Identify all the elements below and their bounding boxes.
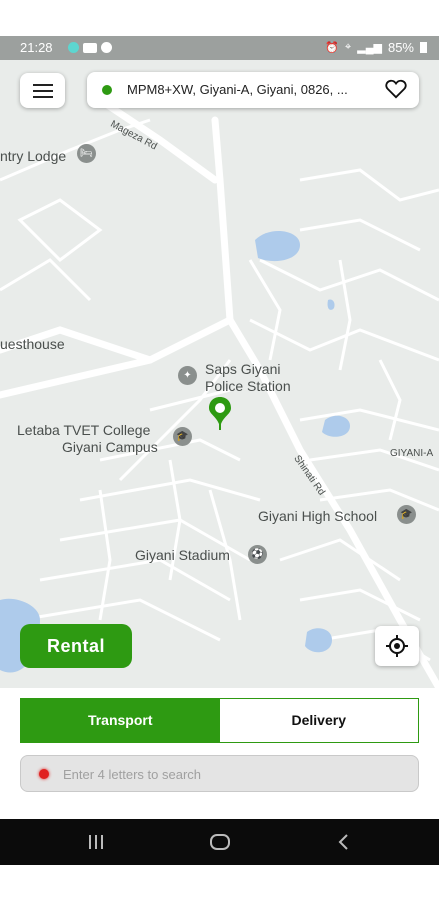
map-view[interactable]: ntry Lodge 🛏 Mageza Rd uesthouse ✦ Saps …: [0, 60, 439, 688]
lodge-poi-icon: 🛏: [77, 144, 96, 163]
system-nav-bar: [0, 819, 439, 865]
stadium-poi-icon: ⚽: [248, 545, 267, 564]
home-icon[interactable]: [208, 830, 232, 854]
map-label-college-2: Giyani Campus: [62, 439, 158, 455]
heart-icon[interactable]: [385, 79, 407, 99]
rental-button[interactable]: Rental: [20, 624, 132, 668]
address-bar[interactable]: MPM8+XW, Giyani-A, Giyani, 0826, ...: [87, 72, 419, 108]
my-location-button[interactable]: [375, 626, 419, 666]
status-time: 21:28: [20, 40, 53, 55]
map-label-high-school: Giyani High School: [258, 508, 378, 524]
spotify-icon: [101, 42, 112, 53]
search-input[interactable]: [61, 762, 405, 786]
pickup-dot-icon: [102, 85, 112, 95]
map-label-lodge: ntry Lodge: [0, 148, 67, 164]
map-label-college-1: Letaba TVET College: [17, 422, 151, 438]
recent-apps-icon[interactable]: [84, 830, 108, 854]
college-poi-icon: 🎓: [173, 427, 192, 446]
location-pin-icon: [209, 397, 231, 430]
high-school-poi-icon: 🎓: [397, 505, 416, 524]
status-bar: 21:28 ⏰ ⌖ ▂▄▆ 85%: [0, 36, 439, 60]
mode-tabs: Transport Delivery: [20, 698, 419, 743]
status-right: ⏰ ⌖ ▂▄▆ 85%: [325, 40, 427, 55]
location-status-icon: ⌖: [345, 41, 352, 53]
map-label-police-1: Saps Giyani: [205, 361, 281, 377]
hamburger-menu-icon: [32, 83, 53, 98]
search-box[interactable]: [20, 755, 419, 792]
my-location-icon: [386, 635, 408, 657]
map-label-stadium: Giyani Stadium: [135, 547, 230, 563]
map-label-area: GIYANI-A: [390, 448, 434, 459]
top-blank: [0, 0, 439, 36]
notification-dot-icon: [68, 42, 79, 53]
menu-button[interactable]: [20, 73, 65, 108]
youtube-icon: [83, 43, 97, 53]
back-icon[interactable]: [332, 830, 356, 854]
destination-dot-icon: [39, 769, 49, 779]
battery-text: 85%: [387, 40, 414, 55]
tab-transport[interactable]: Transport: [21, 699, 220, 742]
police-poi-icon: ✦: [178, 366, 197, 385]
tab-delivery[interactable]: Delivery: [220, 699, 419, 742]
signal-icon: ▂▄▆: [357, 42, 382, 54]
battery-icon: [420, 42, 427, 53]
map-label-guesthouse: uesthouse: [0, 336, 65, 352]
map-label-police-2: Police Station: [205, 378, 291, 394]
current-address: MPM8+XW, Giyani-A, Giyani, 0826, ...: [127, 82, 348, 97]
notification-icons: [68, 42, 112, 53]
alarm-icon: ⏰: [325, 42, 340, 54]
